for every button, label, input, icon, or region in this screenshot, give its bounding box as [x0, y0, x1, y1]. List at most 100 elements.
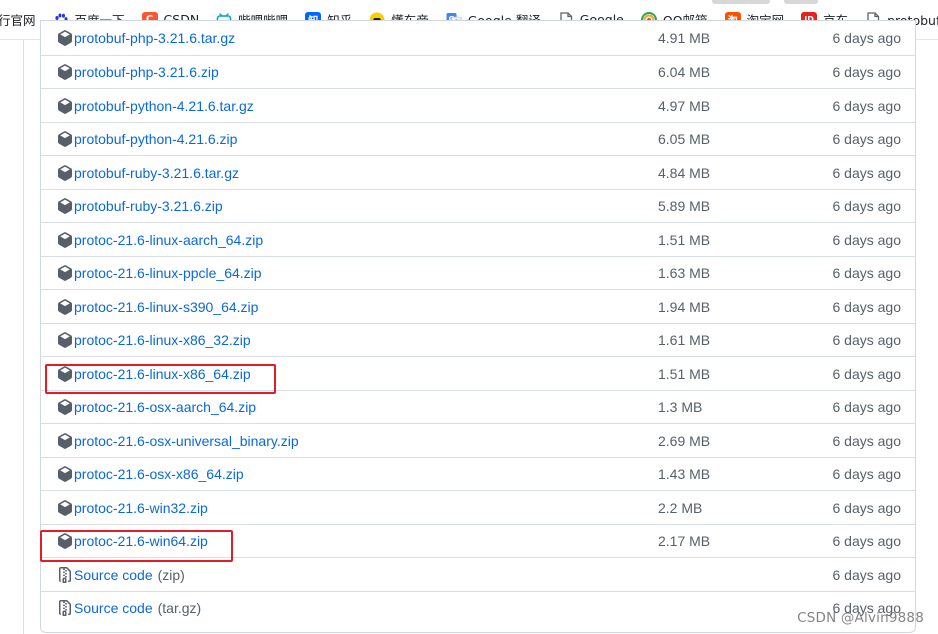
asset-download-link[interactable]: protoc-21.6-linux-ppcle_64.zip [57, 265, 262, 281]
asset-size: 1.94 MB [658, 298, 711, 315]
asset-size: 1.3 MB [658, 399, 703, 415]
watermark: CSDN @Alvin9888 [797, 610, 924, 626]
asset-download-link[interactable]: Source code (zip) [57, 566, 185, 583]
asset-row: protoc-21.6-linux-ppcle_64.zip 1.63 MB 6 d… [41, 255, 915, 290]
asset-download-link[interactable]: protobuf-ruby-3.21.6.tar.gz [57, 165, 239, 181]
package-icon [58, 64, 72, 80]
asset-download-link[interactable]: protobuf-php-3.21.6.zip [57, 64, 219, 80]
asset-row: Source code (zip) 6 days ago [41, 557, 915, 591]
asset-name: protoc-21.6-linux-x86_64.zip [74, 365, 251, 382]
asset-date: 6 days ago [832, 533, 902, 549]
package-icon [58, 332, 72, 348]
asset-date: 6 days ago [832, 64, 902, 80]
package-icon [58, 466, 72, 482]
file-zip-icon [59, 600, 71, 616]
file-zip-icon [59, 566, 71, 583]
asset-name: Source code [74, 600, 153, 616]
asset-name: protobuf-python-4.21.6.zip [74, 131, 238, 147]
asset-name: protoc-21.6-linux-s390_64.zip [74, 298, 259, 315]
asset-size: 4.97 MB [658, 97, 711, 114]
package-icon [58, 365, 72, 382]
asset-name: protobuf-python-4.21.6.tar.gz [74, 97, 254, 114]
asset-row: protobuf-ruby-3.21.6.tar.gz 4.84 MB 6 days… [41, 155, 915, 189]
asset-date: 6 days ago [832, 198, 902, 214]
asset-size: 2.17 MB [658, 533, 711, 549]
asset-row: protoc-21.6-linux-x86_32.zip 1.61 MB 6 day… [41, 322, 915, 357]
asset-download-link[interactable]: protoc-21.6-linux-s390_64.zip [57, 299, 258, 315]
asset-date: 6 days ago [832, 30, 902, 46]
asset-download-link[interactable]: protoc-21.6-osx-x86_64.zip [57, 466, 244, 482]
asset-download-link[interactable]: protobuf-python-4.21.6.zip [57, 131, 237, 147]
asset-download-link[interactable]: protoc-21.6-win32.zip [57, 500, 208, 516]
asset-download-link[interactable]: protobuf-python-4.21.6.tar.gz [57, 98, 254, 114]
asset-date: 6 days ago [832, 432, 902, 449]
asset-format: (zip) [157, 566, 185, 583]
asset-row: protoc-21.6-linux-x86_64.zip 1.51 MB 6 day… [41, 356, 915, 390]
asset-row: protoc-21.6-win64.zip 2.17 MB 6 days ago [41, 523, 915, 558]
asset-name: protoc-21.6-win64.zip [74, 533, 208, 549]
asset-size: 1.43 MB [658, 466, 711, 482]
package-icon [58, 131, 72, 147]
asset-download-link[interactable]: Source code (tar.gz) [57, 600, 201, 616]
asset-date: 6 days ago [832, 164, 902, 181]
asset-date: 6 days ago [832, 399, 902, 415]
asset-download-link[interactable]: protoc-21.6-linux-aarch_64.zip [57, 232, 263, 248]
asset-name: protobuf-ruby-3.21.6.zip [74, 198, 223, 214]
package-icon [58, 499, 72, 516]
asset-size: 1.63 MB [658, 265, 711, 281]
asset-size: 2.2 MB [658, 499, 703, 516]
asset-name: Source code [74, 566, 153, 583]
asset-download-link[interactable]: protoc-21.6-osx-aarch_64.zip [57, 399, 256, 415]
package-icon [58, 198, 72, 214]
asset-row: Source code (tar.gz) 6 days ago [41, 590, 915, 625]
asset-row: protoc-21.6-win32.zip 2.2 MB 6 days ago [41, 490, 915, 524]
asset-name: protoc-21.6-linux-ppcle_64.zip [74, 265, 262, 281]
asset-date: 6 days ago [832, 466, 902, 482]
asset-name: protoc-21.6-win32.zip [74, 499, 208, 516]
asset-date: 6 days ago [832, 298, 902, 315]
package-icon [58, 298, 72, 315]
asset-row: protobuf-php-3.21.6.zip 6.04 MB 6 days ago [41, 54, 915, 89]
asset-date: 6 days ago [832, 566, 902, 583]
asset-name: protoc-21.6-osx-aarch_64.zip [74, 399, 257, 415]
package-icon [58, 97, 72, 114]
asset-date: 6 days ago [832, 131, 902, 147]
package-icon [58, 533, 72, 549]
asset-row: protobuf-php-3.21.6.tar.gz 4.91 MB 6 days … [41, 21, 915, 55]
asset-download-link[interactable]: protobuf-php-3.21.6.tar.gz [57, 30, 235, 46]
asset-name: protobuf-ruby-3.21.6.tar.gz [74, 164, 239, 181]
package-icon [58, 265, 72, 281]
asset-row: protobuf-python-4.21.6.zip 6.05 MB 6 days … [41, 121, 915, 156]
asset-download-link[interactable]: protoc-21.6-osx-universal_binary.zip [57, 433, 299, 449]
asset-date: 6 days ago [832, 231, 902, 248]
asset-size: 6.05 MB [658, 131, 711, 147]
package-icon [58, 30, 72, 46]
asset-name: protoc-21.6-osx-x86_64.zip [74, 466, 244, 482]
package-icon [58, 399, 72, 415]
package-icon [58, 164, 72, 181]
asset-date: 6 days ago [832, 365, 902, 382]
asset-name: protobuf-php-3.21.6.zip [74, 64, 219, 80]
asset-size: 4.84 MB [658, 164, 711, 181]
asset-download-link[interactable]: protobuf-ruby-3.21.6.zip [57, 198, 223, 214]
asset-name: protoc-21.6-osx-universal_binary.zip [74, 432, 299, 449]
asset-row: protoc-21.6-osx-x86_64.zip 1.43 MB 6 days … [41, 456, 915, 491]
asset-size: 1.61 MB [658, 332, 711, 348]
tab-edge [784, 0, 818, 4]
asset-name: protoc-21.6-linux-x86_32.zip [74, 332, 251, 348]
asset-size: 6.04 MB [658, 64, 711, 80]
asset-row: protoc-21.6-osx-aarch_64.zip 1.3 MB 6 days… [41, 389, 915, 424]
asset-name: protoc-21.6-linux-aarch_64.zip [74, 231, 264, 248]
asset-size: 5.89 MB [658, 198, 711, 214]
asset-download-link[interactable]: protoc-21.6-win64.zip [57, 533, 208, 549]
asset-date: 6 days ago [832, 499, 902, 516]
asset-size: 1.51 MB [658, 365, 711, 382]
asset-download-link[interactable]: protoc-21.6-linux-x86_64.zip [57, 366, 251, 382]
asset-size: 4.91 MB [658, 30, 711, 46]
asset-format: (tar.gz) [157, 600, 202, 616]
bookmark-item[interactable]: 行官网 [0, 6, 45, 34]
asset-download-link[interactable]: protoc-21.6-linux-x86_32.zip [57, 332, 251, 348]
asset-row: protoc-21.6-osx-universal_binary.zip 2.69… [41, 423, 915, 457]
asset-size: 2.69 MB [658, 432, 711, 449]
package-icon [58, 231, 72, 248]
